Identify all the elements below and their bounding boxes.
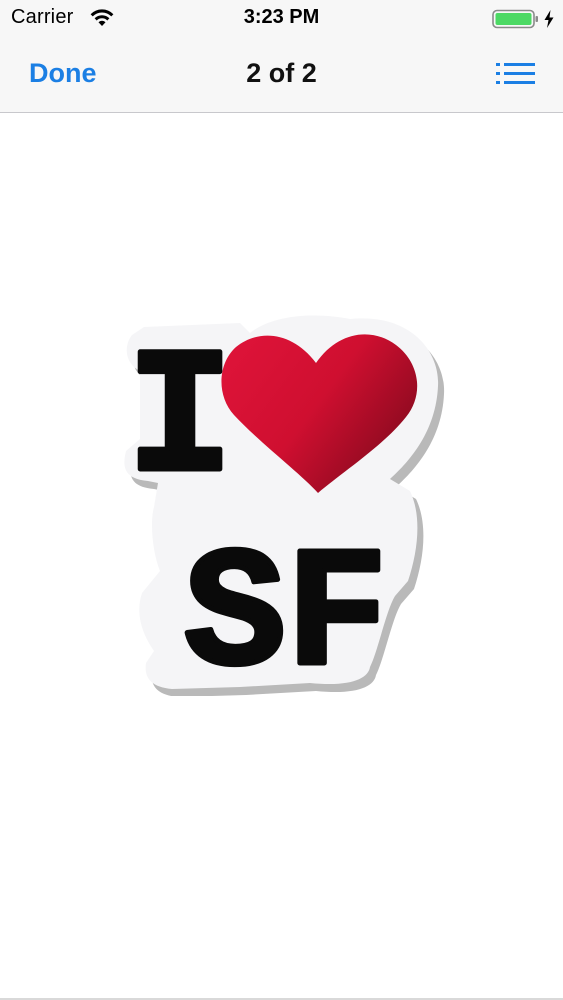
navigation-bar: Done 2 of 2	[0, 40, 563, 113]
page-counter-title: 2 of 2	[246, 58, 317, 88]
battery-icon	[492, 9, 540, 34]
preview-screen: Carrier 3:23 PM Done 2 of 2 I SF	[0, 0, 563, 1000]
charging-bolt-icon	[543, 9, 555, 34]
sticker-letters-sf: SF	[184, 522, 388, 696]
list-icon[interactable]	[494, 60, 536, 93]
status-bar: Carrier 3:23 PM	[0, 0, 563, 40]
i-love-sf-sticker: I SF	[110, 311, 450, 718]
status-time: 3:23 PM	[243, 6, 320, 28]
document-preview: I SF	[0, 113, 563, 998]
sticker-letter-i: I	[127, 322, 234, 523]
